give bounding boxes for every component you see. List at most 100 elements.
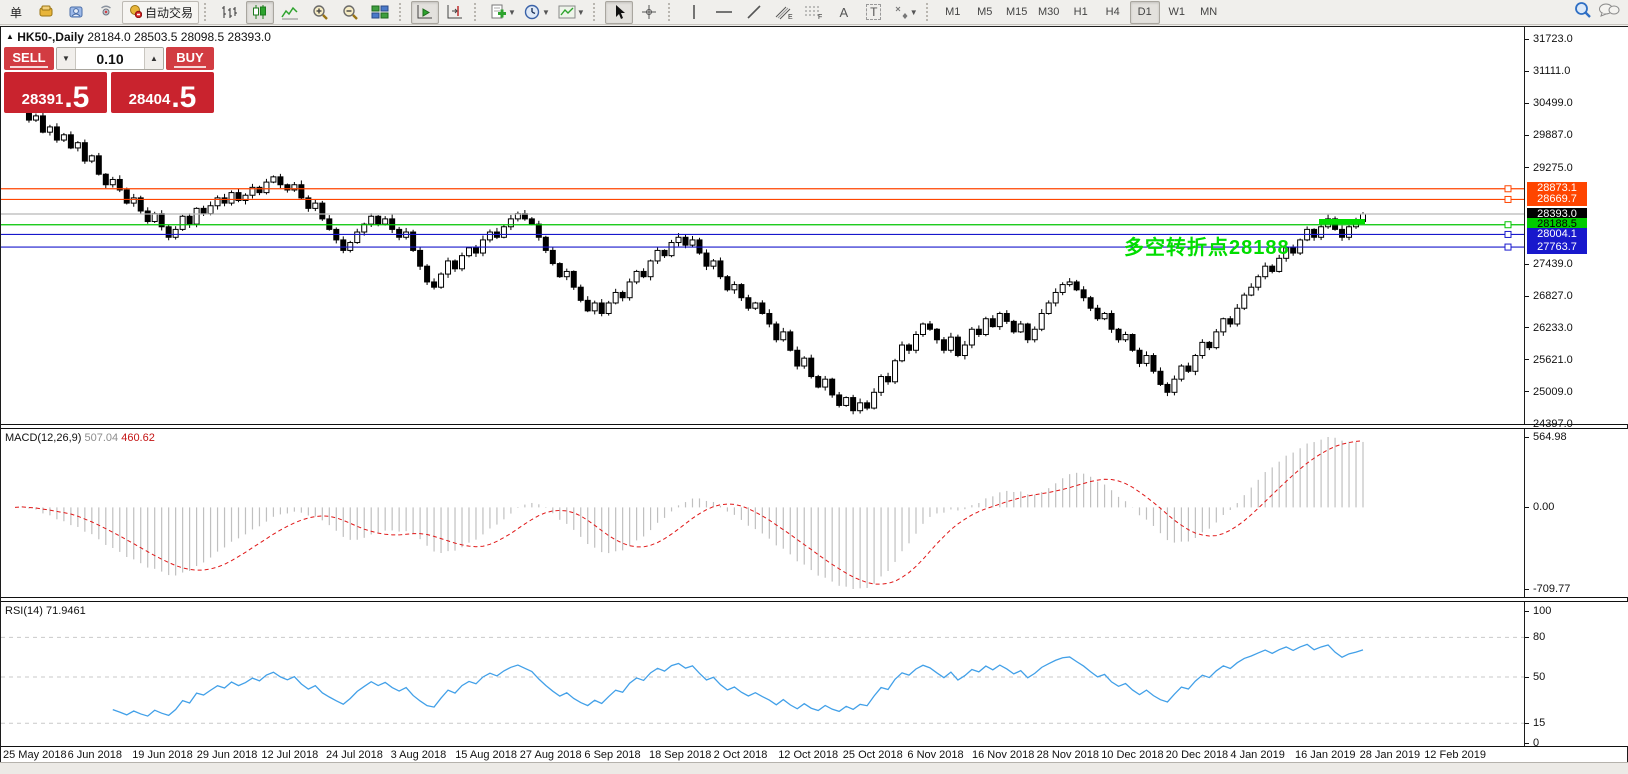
tile-windows-icon[interactable] bbox=[366, 1, 394, 24]
ohlc-low: 28098.5 bbox=[180, 30, 225, 44]
signals-icon[interactable] bbox=[92, 1, 120, 24]
macd-axis[interactable]: 564.98 0.00 -709.77 bbox=[1524, 429, 1628, 597]
toolbar-separator bbox=[204, 3, 211, 21]
candle-body bbox=[1066, 281, 1073, 286]
line-handle[interactable] bbox=[1504, 221, 1512, 229]
rsi-axis[interactable]: 100 80 50 15 0 bbox=[1524, 602, 1628, 749]
chart-annotation-text[interactable]: 多空转折点28188 bbox=[1124, 231, 1290, 260]
trendline-tool[interactable] bbox=[740, 1, 768, 24]
community-icon[interactable] bbox=[62, 1, 90, 24]
candle-body bbox=[53, 126, 60, 141]
candle-body bbox=[1038, 312, 1045, 330]
candle-body bbox=[1052, 291, 1059, 304]
line-handle[interactable] bbox=[1504, 230, 1512, 238]
price-tick-label: 25621.0 bbox=[1533, 353, 1573, 366]
sell-button[interactable]: SELL bbox=[4, 47, 54, 70]
candle-body bbox=[1199, 341, 1206, 357]
text-tool[interactable]: A bbox=[830, 1, 858, 24]
horizontal-line-tool[interactable] bbox=[710, 1, 738, 24]
candle-body bbox=[1024, 323, 1031, 341]
buy-price-display[interactable]: 28404.5 bbox=[111, 72, 214, 113]
chevron-down-icon: ▼ bbox=[909, 7, 918, 17]
candle-body bbox=[298, 184, 305, 199]
timeframe-MN[interactable]: MN bbox=[1194, 1, 1224, 24]
rsi-canvas[interactable] bbox=[1, 602, 1524, 746]
cursor-icon[interactable] bbox=[604, 0, 633, 24]
arrows-tool[interactable]: ▼ bbox=[890, 1, 921, 24]
candle-body bbox=[605, 302, 612, 314]
chart-shift-icon[interactable] bbox=[441, 1, 469, 24]
indicators-button[interactable]: ▼ bbox=[555, 1, 588, 24]
timeframe-M30[interactable]: M30 bbox=[1034, 1, 1064, 24]
candle-body bbox=[815, 376, 822, 388]
bar-chart-icon[interactable] bbox=[216, 1, 244, 24]
timeframe-W1[interactable]: W1 bbox=[1162, 1, 1192, 24]
candle-body bbox=[319, 202, 326, 220]
candlestick-chart-icon[interactable] bbox=[246, 0, 275, 24]
candle-body bbox=[382, 218, 389, 225]
candle-body bbox=[591, 302, 598, 312]
new-order-button[interactable]: 单 bbox=[2, 1, 30, 24]
auto-scroll-icon[interactable] bbox=[411, 0, 440, 24]
toolbar-separator bbox=[474, 3, 481, 21]
timeframe-D1[interactable]: D1 bbox=[1129, 0, 1160, 24]
axis-tick bbox=[1525, 70, 1529, 72]
timeframe-M1[interactable]: M1 bbox=[938, 1, 968, 24]
autotrading-label: 自动交易 bbox=[145, 5, 194, 20]
line-handle[interactable] bbox=[1504, 195, 1512, 203]
price-tick-label: 26233.0 bbox=[1533, 321, 1573, 334]
line-chart-icon[interactable] bbox=[276, 1, 304, 24]
volume-decrease-button[interactable]: ▼ bbox=[57, 48, 76, 69]
sell-price-display[interactable]: 28391.5 bbox=[4, 72, 107, 113]
equidistant-channel-tool[interactable]: E bbox=[770, 1, 798, 24]
crosshair-icon[interactable] bbox=[635, 1, 663, 24]
price-axis[interactable]: 31723.0 31111.0 30499.0 29887.0 29275.0 27439… bbox=[1524, 27, 1628, 430]
date-label: 12 Feb 2019 bbox=[1424, 749, 1486, 761]
candle-body bbox=[556, 263, 563, 278]
timeframe-M15[interactable]: M15 bbox=[1002, 1, 1032, 24]
main-chart-pane: ▲ HK50-,Daily 28184.0 28503.5 28098.5 28… bbox=[1, 27, 1628, 430]
chat-icon[interactable] bbox=[1598, 2, 1620, 23]
candle-body bbox=[1164, 383, 1171, 393]
autotrading-button[interactable]: 自动交易 bbox=[122, 0, 200, 24]
volume-increase-button[interactable]: ▲ bbox=[144, 48, 163, 69]
timeframe-H4[interactable]: H4 bbox=[1098, 1, 1128, 24]
line-handle[interactable] bbox=[1504, 185, 1512, 193]
macd-value-main: 507.04 bbox=[84, 432, 119, 444]
periods-button[interactable]: ▼ bbox=[521, 1, 553, 24]
candle-body bbox=[179, 215, 186, 230]
macd-tick-label: 0.00 bbox=[1533, 501, 1555, 514]
buy-button[interactable]: BUY bbox=[166, 47, 214, 70]
candle-body bbox=[968, 328, 975, 346]
date-axis[interactable]: 25 May 2018 6 Jun 2018 19 Jun 2018 29 Jun 2… bbox=[1, 746, 1627, 763]
search-icon[interactable] bbox=[1574, 1, 1592, 24]
macd-canvas[interactable] bbox=[1, 429, 1524, 597]
new-chart-button[interactable]: ▼ bbox=[486, 1, 519, 24]
candle-body bbox=[584, 299, 591, 312]
candle-body bbox=[507, 218, 514, 228]
zoom-in-icon[interactable] bbox=[306, 1, 334, 24]
candle-body bbox=[682, 236, 689, 246]
text-label-tool[interactable]: T bbox=[860, 1, 888, 24]
ohlc-close: 28393.0 bbox=[227, 30, 271, 44]
collapse-icon[interactable]: ▲ bbox=[6, 32, 14, 41]
candle-body bbox=[396, 228, 403, 238]
candle-body bbox=[661, 249, 668, 257]
line-handle[interactable] bbox=[1504, 243, 1512, 251]
candle-body bbox=[871, 391, 878, 409]
candle-body bbox=[186, 215, 193, 225]
ohlc-open: 28184.0 bbox=[87, 30, 131, 44]
timeframe-M5[interactable]: M5 bbox=[970, 1, 1000, 24]
zoom-out-icon[interactable] bbox=[336, 1, 364, 24]
candle-body bbox=[885, 376, 892, 383]
timeframe-H1[interactable]: H1 bbox=[1066, 1, 1096, 24]
date-label: 28 Jan 2019 bbox=[1359, 749, 1421, 761]
date-label: 25 May 2018 bbox=[3, 749, 67, 761]
fibonacci-tool[interactable]: F bbox=[800, 1, 828, 24]
candle-body bbox=[144, 210, 151, 223]
main-chart-canvas[interactable] bbox=[1, 27, 1524, 424]
market-icon[interactable] bbox=[32, 1, 60, 24]
volume-input[interactable] bbox=[76, 48, 144, 69]
vertical-line-tool[interactable] bbox=[680, 1, 708, 24]
highlight-segment[interactable] bbox=[1319, 219, 1365, 224]
